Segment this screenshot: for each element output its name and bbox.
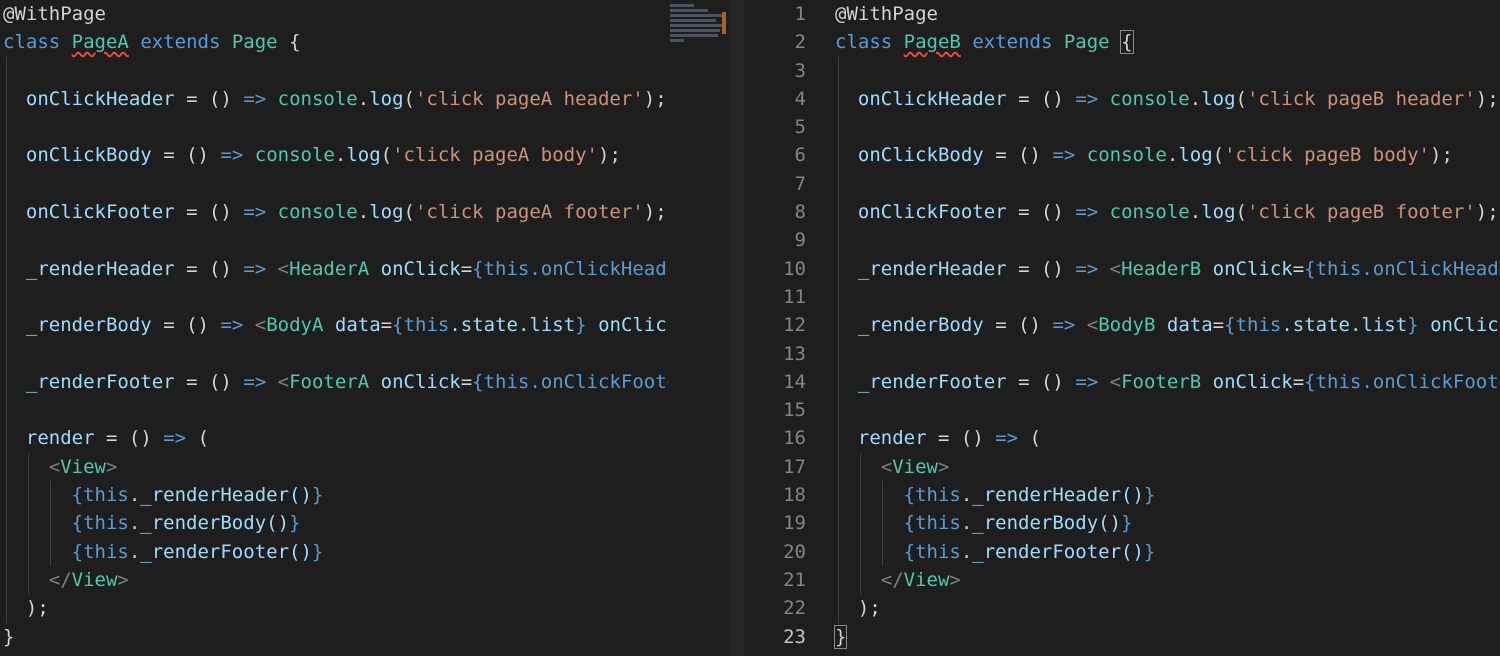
code-line: class PageB extends Page { — [835, 30, 1134, 55]
code-line: render = () => ( — [857, 427, 1042, 450]
code-line: </View> — [48, 568, 129, 591]
class-name: PageB — [903, 31, 961, 54]
line-number: 6 — [794, 144, 806, 167]
code-line: </View> — [880, 568, 961, 591]
line-number: 21 — [783, 568, 806, 591]
line-number: 10 — [783, 257, 806, 280]
line-number-gutter: 1 2 3 4 5 6 7 8 9 10 11 12 13 14 15 16 17 18 19 20 21 22 23 — [744, 0, 806, 651]
code-line: {this._renderFooter()} — [71, 540, 324, 563]
line-number: 19 — [783, 512, 806, 535]
code-line: render = () => ( — [25, 427, 210, 450]
code-area[interactable]: @WithPage class PageB extends Page { onC… — [833, 0, 1500, 651]
decorator: @WithPage — [835, 3, 938, 25]
line-number: 8 — [794, 201, 806, 224]
code-line: onClickFooter = () => console.log('click… — [25, 201, 667, 224]
code-line: _renderBody = () => <BodyB data={this.st… — [857, 314, 1500, 337]
code-line: _renderFooter = () => <FooterB onClick={… — [857, 370, 1500, 393]
code-line: ); — [857, 597, 881, 620]
code-line: {this._renderFooter()} — [903, 540, 1156, 563]
line-number: 13 — [783, 342, 806, 365]
code-line: {this._renderBody()} — [71, 512, 301, 535]
line-number: 7 — [794, 172, 806, 195]
code-area[interactable]: @WithPage class PageA extends Page { onC… — [3, 0, 668, 651]
line-number: 14 — [783, 370, 806, 393]
line-number: 5 — [794, 116, 806, 139]
line-number: 2 — [794, 31, 806, 54]
line-number: 12 — [783, 314, 806, 337]
code-line: @WithPage — [835, 0, 1500, 28]
code-line: } — [833, 623, 1500, 651]
line-number: 20 — [783, 540, 806, 563]
code-line: <View> — [880, 455, 950, 478]
code-line: {this._renderHeader()} — [903, 484, 1156, 507]
matched-bracket: { — [1120, 30, 1134, 55]
line-number: 11 — [783, 285, 806, 308]
code-line: {this._renderHeader()} — [71, 484, 324, 507]
code-line: class PageA extends Page { — [3, 31, 301, 54]
class-name: PageA — [71, 31, 129, 54]
code-line: } — [3, 625, 15, 648]
code-line: <View> — [48, 455, 118, 478]
split-divider[interactable] — [730, 0, 744, 656]
code-line: {this._renderBody()} — [903, 512, 1133, 535]
code-line: onClickHeader = () => console.log('click… — [25, 87, 667, 110]
code-line: _renderFooter = () => <FooterA onClick={… — [25, 370, 668, 393]
line-number: 3 — [794, 59, 806, 82]
right-editor[interactable]: 1 2 3 4 5 6 7 8 9 10 11 12 13 14 15 16 17 18 19 20 21 22 23 @W… — [744, 0, 1500, 656]
code-line: _renderHeader = () => <HeaderB onClick={… — [857, 257, 1500, 280]
minimap-preview — [670, 4, 726, 44]
line-number: 17 — [783, 455, 806, 478]
left-editor[interactable]: @WithPage class PageA extends Page { onC… — [0, 0, 668, 656]
line-number: 23 — [783, 625, 806, 648]
line-number: 16 — [783, 427, 806, 450]
decorator: @WithPage — [3, 3, 106, 25]
code-line: onClickFooter = () => console.log('click… — [857, 201, 1499, 224]
line-number: 15 — [783, 399, 806, 422]
code-line: onClickBody = () => console.log('click p… — [25, 144, 621, 167]
line-number: 22 — [783, 597, 806, 620]
line-number: 1 — [794, 3, 806, 25]
matched-bracket: } — [833, 624, 848, 649]
code-line: @WithPage — [3, 0, 668, 28]
code-line: onClickHeader = () => console.log('click… — [857, 87, 1499, 110]
code-line: onClickBody = () => console.log('click p… — [857, 144, 1453, 167]
code-line: ); — [25, 597, 49, 620]
line-number: 4 — [794, 87, 806, 110]
scrollbar-thumb[interactable] — [722, 12, 726, 34]
line-number: 9 — [794, 229, 806, 252]
line-number: 18 — [783, 484, 806, 507]
code-line: _renderBody = () => <BodyA data={this.st… — [25, 314, 668, 337]
code-line: _renderHeader = () => <HeaderA onClick={… — [25, 257, 668, 280]
minimap[interactable] — [668, 0, 730, 656]
